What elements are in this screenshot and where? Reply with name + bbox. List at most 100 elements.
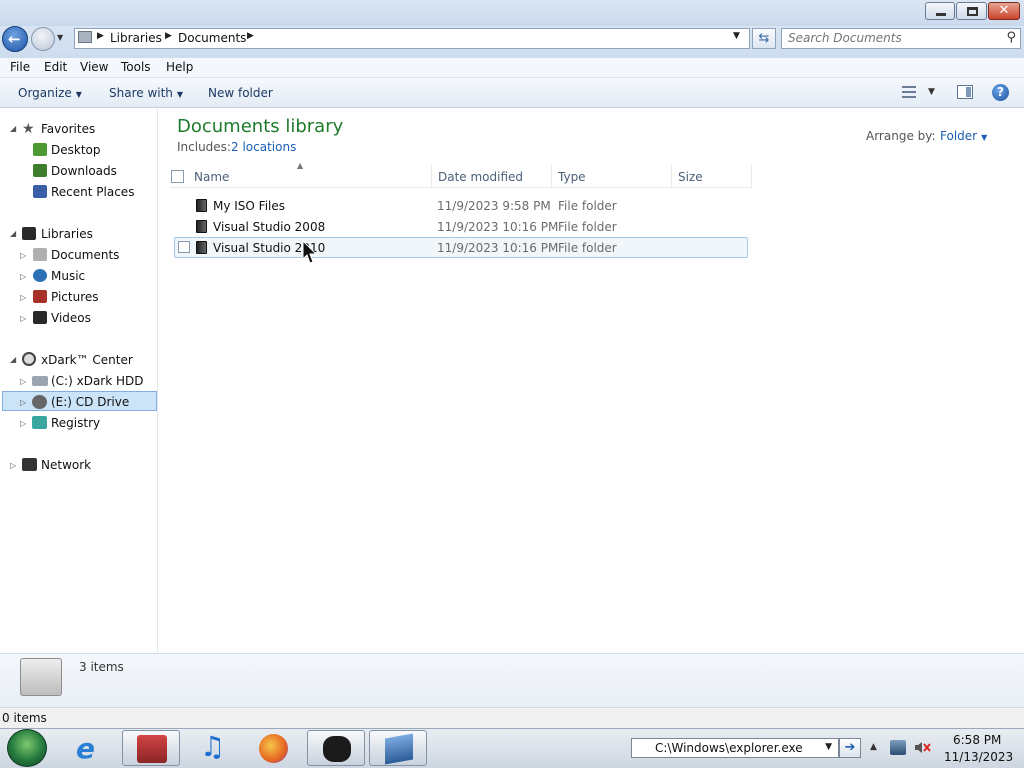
- run-dropdown-icon[interactable]: ▼: [825, 742, 832, 752]
- taskbar-itunes-button[interactable]: ♫: [184, 730, 242, 766]
- breadcrumb-separator-icon[interactable]: ▶: [97, 31, 104, 41]
- taskbar-window-button[interactable]: [369, 730, 427, 766]
- preview-pane-icon[interactable]: [957, 85, 973, 99]
- column-divider[interactable]: [551, 164, 552, 188]
- status-text: 0 items: [2, 711, 47, 725]
- nav-xdark-center[interactable]: xDark™ Center: [41, 353, 133, 367]
- column-type[interactable]: Type: [558, 170, 586, 184]
- includes-label: Includes:: [177, 140, 231, 154]
- nav-recent-places[interactable]: Recent Places: [51, 185, 134, 199]
- breadcrumb-libraries[interactable]: Libraries: [110, 31, 162, 45]
- column-divider[interactable]: [751, 164, 752, 188]
- column-divider[interactable]: [671, 164, 672, 188]
- network-tray-icon[interactable]: [890, 740, 906, 755]
- file-date: 11/9/2023 10:16 PM: [437, 220, 559, 234]
- search-box[interactable]: ⚲: [781, 28, 1021, 49]
- refresh-button[interactable]: ⇆: [752, 28, 776, 49]
- column-date-modified[interactable]: Date modified: [438, 170, 523, 184]
- expand-triangle-icon[interactable]: ▷: [10, 461, 16, 470]
- recent-pages-dropdown[interactable]: ▼: [57, 33, 67, 43]
- menu-help[interactable]: Help: [166, 60, 193, 74]
- breadcrumb-separator-icon[interactable]: ▶: [247, 31, 254, 41]
- close-button[interactable]: ✕: [988, 2, 1020, 20]
- cd-drive-icon: [32, 395, 47, 409]
- taskbar-ie-button[interactable]: e: [62, 730, 120, 766]
- computer-icon: [22, 352, 36, 366]
- column-name[interactable]: Name: [194, 170, 229, 184]
- breadcrumb-separator-icon[interactable]: ▶: [165, 31, 172, 41]
- taskbar-firefox-button[interactable]: [245, 730, 303, 766]
- videos-icon: [33, 311, 47, 324]
- clock-date[interactable]: 11/13/2023: [944, 750, 1013, 764]
- new-folder-button[interactable]: New folder: [208, 86, 273, 100]
- address-dropdown-icon[interactable]: ▼: [733, 31, 740, 41]
- back-button[interactable]: ←: [2, 26, 28, 52]
- column-divider[interactable]: [431, 164, 432, 188]
- view-options-dropdown-icon[interactable]: ▼: [928, 87, 935, 97]
- minimize-icon: [936, 13, 946, 16]
- expand-triangle-icon[interactable]: ▷: [20, 314, 26, 323]
- menu-view[interactable]: View: [80, 60, 108, 74]
- column-size[interactable]: Size: [678, 170, 703, 184]
- row-checkbox[interactable]: [178, 241, 190, 253]
- expand-triangle-icon[interactable]: ▷: [20, 377, 26, 386]
- library-thumbnail-icon: [20, 658, 62, 696]
- details-item-count: 3 items: [79, 660, 124, 674]
- taskbar-app-button[interactable]: [307, 730, 365, 766]
- nav-libraries[interactable]: Libraries: [41, 227, 93, 241]
- collapse-triangle-icon[interactable]: ◢: [10, 124, 16, 133]
- minimize-button[interactable]: [925, 2, 955, 20]
- file-type: File folder: [558, 241, 617, 255]
- share-with-button[interactable]: Share with ▼: [109, 86, 183, 100]
- run-address-box[interactable]: ▼: [631, 738, 839, 758]
- start-button[interactable]: [7, 729, 47, 767]
- music-note-icon: ♫: [200, 730, 226, 763]
- collapse-triangle-icon[interactable]: ◢: [10, 229, 16, 238]
- maximize-button[interactable]: [956, 2, 987, 20]
- dark-app-icon: [323, 736, 351, 762]
- arrange-by-dropdown[interactable]: Folder ▼: [940, 129, 987, 143]
- run-input[interactable]: [655, 741, 815, 755]
- nav-videos[interactable]: Videos: [51, 311, 91, 325]
- menu-file[interactable]: File: [10, 60, 30, 74]
- run-go-button[interactable]: ➔: [839, 738, 861, 758]
- close-icon: ✕: [998, 3, 1010, 18]
- nav-favorites[interactable]: Favorites: [41, 122, 95, 136]
- expand-triangle-icon[interactable]: ▷: [20, 272, 26, 281]
- organize-button[interactable]: Organize ▼: [18, 86, 82, 100]
- nav-c-drive[interactable]: (C:) xDark HDD: [51, 374, 144, 388]
- select-all-checkbox[interactable]: [171, 170, 184, 183]
- volume-muted-icon[interactable]: [914, 740, 932, 755]
- nav-documents[interactable]: Documents: [51, 248, 119, 262]
- menu-tools[interactable]: Tools: [121, 60, 151, 74]
- folder-icon: [196, 241, 207, 254]
- expand-triangle-icon[interactable]: ▷: [20, 419, 26, 428]
- nav-downloads[interactable]: Downloads: [51, 164, 117, 178]
- expand-triangle-icon[interactable]: ▷: [20, 398, 26, 407]
- nav-network[interactable]: Network: [41, 458, 91, 472]
- menu-edit[interactable]: Edit: [44, 60, 67, 74]
- nav-desktop[interactable]: Desktop: [51, 143, 101, 157]
- nav-music[interactable]: Music: [51, 269, 85, 283]
- file-name[interactable]: My ISO Files: [213, 199, 285, 213]
- change-view-icon[interactable]: [902, 86, 916, 98]
- clock-time[interactable]: 6:58 PM: [953, 733, 1001, 747]
- nav-e-cd-drive[interactable]: (E:) CD Drive: [51, 395, 129, 409]
- search-icon[interactable]: ⚲: [1006, 30, 1016, 45]
- expand-triangle-icon[interactable]: ▷: [20, 251, 26, 260]
- file-name[interactable]: Visual Studio 2008: [213, 220, 325, 234]
- library-icon: [78, 31, 92, 43]
- breadcrumb-documents[interactable]: Documents: [178, 31, 246, 45]
- show-hidden-icons-icon[interactable]: ▲: [870, 742, 877, 752]
- help-icon[interactable]: ?: [992, 84, 1009, 101]
- expand-triangle-icon[interactable]: ▷: [20, 293, 26, 302]
- taskbar-explorer-button[interactable]: [122, 730, 180, 766]
- search-input[interactable]: [788, 31, 988, 45]
- nav-pictures[interactable]: Pictures: [51, 290, 99, 304]
- collapse-triangle-icon[interactable]: ◢: [10, 355, 16, 364]
- locations-link[interactable]: 2 locations: [231, 140, 296, 154]
- address-bar[interactable]: [74, 28, 750, 49]
- nav-registry[interactable]: Registry: [51, 416, 100, 430]
- forward-button[interactable]: [31, 27, 55, 51]
- file-date: 11/9/2023 10:16 PM: [437, 241, 559, 255]
